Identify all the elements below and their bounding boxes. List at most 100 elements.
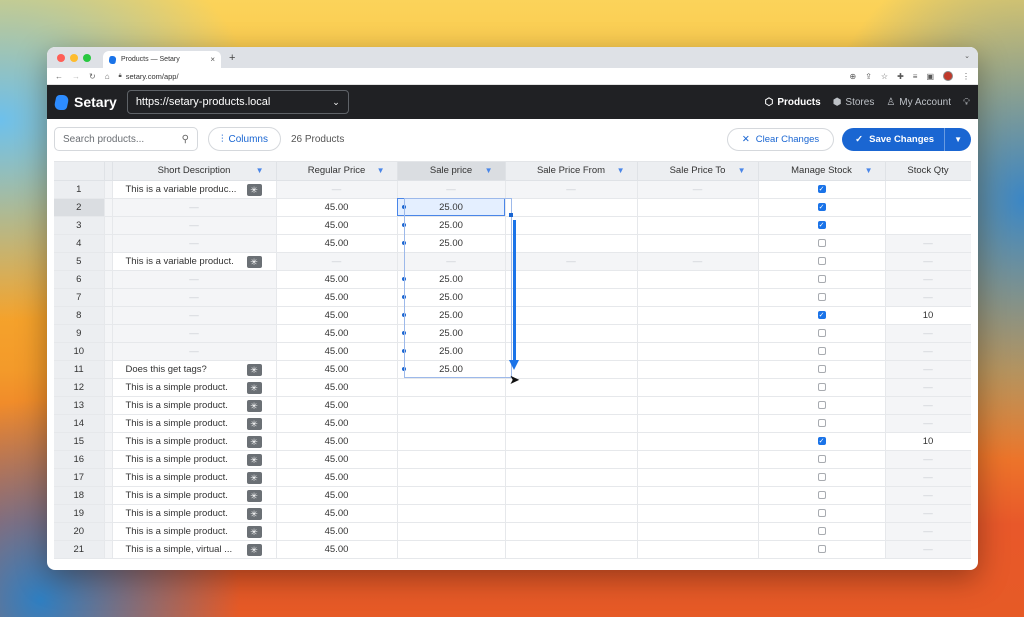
zoom-icon[interactable]: ⊕: [849, 72, 856, 81]
cell-sale-price[interactable]: [397, 396, 506, 415]
cell-stock-qty[interactable]: —: [885, 396, 971, 415]
cell-sale-price-from[interactable]: [505, 468, 638, 487]
cell-regular-price[interactable]: 45.00: [276, 198, 398, 217]
ai-generate-icon[interactable]: ✳: [246, 489, 262, 502]
row-number[interactable]: 20: [54, 522, 105, 541]
filter-icon[interactable]: ▼: [256, 166, 264, 175]
manage-stock-checkbox[interactable]: ✓: [817, 220, 826, 229]
cell-sale-price-to[interactable]: [637, 342, 759, 361]
save-changes-button[interactable]: ✓ Save Changes: [842, 127, 946, 151]
cell-short-description[interactable]: This is a simple product. ✳: [112, 432, 277, 451]
reload-icon[interactable]: ↻: [89, 72, 96, 81]
cell-sale-price[interactable]: [397, 414, 506, 433]
nav-products[interactable]: ⬡ Products: [765, 97, 821, 108]
ai-generate-icon[interactable]: ✳: [246, 543, 262, 556]
cell-sale-price-from[interactable]: [505, 414, 638, 433]
header-stock-qty[interactable]: Stock Qty: [885, 162, 971, 181]
cell-sale-price-to[interactable]: [637, 396, 759, 415]
cell-sale-price-to[interactable]: [637, 216, 759, 235]
save-options-caret-icon[interactable]: ▼: [945, 135, 971, 144]
cell-sale-price-from[interactable]: [505, 450, 638, 469]
cell-stock-qty[interactable]: 10: [885, 432, 971, 451]
browser-menu-icon[interactable]: ⋮: [962, 72, 970, 81]
cell-regular-price[interactable]: 45.00: [276, 414, 398, 433]
cell-stock-qty[interactable]: —: [885, 378, 971, 397]
manage-stock-checkbox[interactable]: ✓: [817, 436, 826, 445]
cell-regular-price[interactable]: 45.00: [276, 342, 398, 361]
sidepanel-icon[interactable]: ▣: [926, 72, 934, 81]
cell-sale-price-from[interactable]: [505, 216, 638, 235]
cell-stock-qty[interactable]: —: [885, 414, 971, 433]
cell-sale-price[interactable]: 25.00: [397, 342, 506, 361]
manage-stock-checkbox[interactable]: [817, 454, 826, 463]
cell-short-description[interactable]: —: [112, 342, 277, 361]
cell-sale-price-from[interactable]: [505, 270, 638, 289]
cell-stock-qty[interactable]: —: [885, 504, 971, 523]
new-tab-button[interactable]: +: [229, 52, 235, 64]
cell-stock-qty[interactable]: —: [885, 270, 971, 289]
cell-sale-price-to[interactable]: [637, 468, 759, 487]
cell-sale-price-to[interactable]: [637, 450, 759, 469]
cell-regular-price[interactable]: 45.00: [276, 450, 398, 469]
extensions-puzzle-icon[interactable]: ✚: [897, 72, 904, 81]
setary-logo[interactable]: Setary: [53, 94, 117, 110]
cell-stock-qty[interactable]: —: [885, 360, 971, 379]
cell-stock-qty[interactable]: [885, 198, 971, 217]
share-icon[interactable]: ⇪: [865, 72, 872, 81]
cell-sale-price[interactable]: 25.00: [397, 234, 506, 253]
row-number[interactable]: 16: [54, 450, 105, 469]
row-number[interactable]: 13: [54, 396, 105, 415]
row-number[interactable]: 11: [54, 360, 105, 379]
cell-short-description[interactable]: This is a simple product. ✳: [112, 468, 277, 487]
ai-generate-icon[interactable]: ✳: [246, 525, 262, 538]
cell-regular-price[interactable]: 45.00: [276, 396, 398, 415]
ai-generate-icon[interactable]: ✳: [246, 417, 262, 430]
cell-sale-price-to[interactable]: [637, 270, 759, 289]
row-number[interactable]: 10: [54, 342, 105, 361]
ai-generate-icon[interactable]: ✳: [246, 507, 262, 520]
manage-stock-checkbox[interactable]: [817, 274, 826, 283]
cell-regular-price[interactable]: —: [276, 252, 398, 271]
cell-sale-price[interactable]: 25.00: [397, 270, 506, 289]
row-number[interactable]: 21: [54, 540, 105, 559]
header-regular-price[interactable]: Regular Price ▼: [276, 162, 398, 181]
manage-stock-checkbox[interactable]: [817, 418, 826, 427]
header-short-description[interactable]: Short Description ▼: [112, 162, 277, 181]
lightbulb-icon[interactable]: 💡︎: [963, 97, 970, 108]
cell-short-description[interactable]: —: [112, 234, 277, 253]
row-number[interactable]: 1: [54, 180, 105, 199]
row-number[interactable]: 19: [54, 504, 105, 523]
cell-short-description[interactable]: —: [112, 288, 277, 307]
nav-stores[interactable]: ⬢ Stores: [833, 97, 875, 108]
cell-sale-price-to[interactable]: —: [637, 252, 759, 271]
ai-generate-icon[interactable]: ✳: [246, 435, 262, 448]
cell-sale-price[interactable]: [397, 540, 506, 559]
cell-regular-price[interactable]: 45.00: [276, 360, 398, 379]
filter-icon[interactable]: ▼: [617, 166, 625, 175]
cell-sale-price-from[interactable]: [505, 306, 638, 325]
cell-sale-price[interactable]: 25.00: [397, 306, 506, 325]
cell-regular-price[interactable]: 45.00: [276, 306, 398, 325]
cell-short-description[interactable]: This is a simple product. ✳: [112, 486, 277, 505]
cell-regular-price[interactable]: 45.00: [276, 288, 398, 307]
cell-sale-price[interactable]: [397, 378, 506, 397]
row-number[interactable]: 5: [54, 252, 105, 271]
cell-regular-price[interactable]: —: [276, 180, 398, 199]
cell-sale-price-from[interactable]: —: [505, 252, 638, 271]
cell-sale-price-to[interactable]: [637, 360, 759, 379]
ai-generate-icon[interactable]: ✳: [246, 399, 262, 412]
cell-sale-price-from[interactable]: [505, 486, 638, 505]
header-sale-price-from[interactable]: Sale Price From ▼: [505, 162, 638, 181]
cell-sale-price-to[interactable]: —: [637, 180, 759, 199]
cell-short-description[interactable]: This is a simple product. ✳: [112, 414, 277, 433]
cell-sale-price-from[interactable]: [505, 378, 638, 397]
manage-stock-checkbox[interactable]: [817, 490, 826, 499]
cell-sale-price[interactable]: 25.00: [397, 216, 506, 235]
cell-stock-qty[interactable]: —: [885, 540, 971, 559]
ai-generate-icon[interactable]: ✳: [246, 363, 262, 376]
cell-sale-price[interactable]: [397, 468, 506, 487]
row-number[interactable]: 6: [54, 270, 105, 289]
ai-generate-icon[interactable]: ✳: [246, 255, 262, 268]
cell-sale-price[interactable]: [397, 432, 506, 451]
cell-sale-price-from[interactable]: [505, 198, 638, 217]
